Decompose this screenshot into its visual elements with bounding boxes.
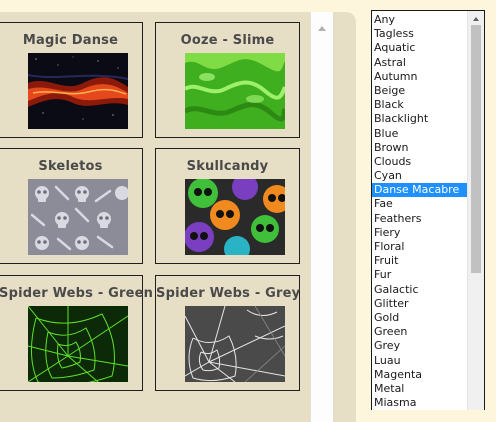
category-options: Any Tagless Aquatic Astral Autumn Beige Black B… bbox=[372, 13, 468, 410]
skullcandy-swatch[interactable] bbox=[185, 179, 285, 255]
category-option[interactable]: Astral bbox=[372, 56, 468, 70]
theme-card-skullcandy[interactable]: Skullcandy bbox=[155, 148, 300, 264]
category-option[interactable]: Galactic bbox=[372, 283, 468, 297]
category-option[interactable]: Blacklight bbox=[372, 112, 468, 126]
category-option[interactable]: Beige bbox=[372, 84, 468, 98]
spider-webs-green-swatch[interactable] bbox=[28, 306, 128, 382]
category-option[interactable]: Any bbox=[372, 13, 468, 27]
spider-webs-grey-swatch[interactable] bbox=[185, 306, 285, 382]
category-option[interactable]: Fiery bbox=[372, 226, 468, 240]
skeletos-swatch[interactable] bbox=[28, 179, 128, 255]
theme-card-title: Skeletos bbox=[38, 159, 103, 174]
theme-card-ooze-slime[interactable]: Ooze - Slime bbox=[155, 22, 300, 138]
ooze-slime-swatch[interactable] bbox=[185, 53, 285, 129]
category-option[interactable]: Metal bbox=[372, 382, 468, 396]
category-option[interactable]: Aquatic bbox=[372, 41, 468, 55]
scroll-up-arrow-icon[interactable] bbox=[473, 17, 479, 21]
category-option[interactable]: Danse Macabre bbox=[372, 183, 468, 198]
gallery-scrollbar[interactable] bbox=[310, 12, 333, 422]
category-option[interactable]: Glitter bbox=[372, 297, 468, 311]
category-option[interactable]: Autumn bbox=[372, 70, 468, 84]
category-option[interactable]: Feathers bbox=[372, 212, 468, 226]
category-option[interactable]: Gold bbox=[372, 311, 468, 325]
category-option[interactable]: Fruit bbox=[372, 254, 468, 268]
category-option[interactable]: Clouds bbox=[372, 155, 468, 169]
theme-card-title: Magic Danse bbox=[22, 33, 119, 48]
theme-card-title: Spider Webs - Grey bbox=[156, 286, 301, 301]
category-option[interactable]: Blue bbox=[372, 127, 468, 141]
scroll-up-arrow-icon[interactable] bbox=[318, 26, 326, 31]
category-option[interactable]: Green bbox=[372, 325, 468, 339]
scrollbar-thumb[interactable] bbox=[471, 25, 481, 273]
category-option[interactable]: Brown bbox=[372, 141, 468, 155]
magic-danse-swatch[interactable] bbox=[28, 53, 128, 129]
theme-card-title: Skullcandy bbox=[186, 159, 269, 174]
category-option[interactable]: Magenta bbox=[372, 368, 468, 382]
theme-card-spider-webs-grey[interactable]: Spider Webs - Grey bbox=[155, 275, 300, 391]
theme-card-skeletos[interactable]: Skeletos bbox=[0, 148, 143, 264]
category-option[interactable]: Black bbox=[372, 98, 468, 112]
category-option[interactable]: Fur bbox=[372, 268, 468, 282]
category-option[interactable]: Tagless bbox=[372, 27, 468, 41]
category-option[interactable]: Miasma bbox=[372, 396, 468, 410]
category-option[interactable]: Cyan bbox=[372, 169, 468, 183]
category-listbox[interactable]: Any Tagless Aquatic Astral Autumn Beige Black B… bbox=[371, 10, 485, 410]
category-list-scrollbar[interactable] bbox=[467, 11, 484, 410]
theme-card-spider-webs-green[interactable]: Spider Webs - Green bbox=[0, 275, 154, 391]
category-option[interactable]: Floral bbox=[372, 240, 468, 254]
theme-gallery: Magic Danse Ooze - Slime Skeletos Skullc… bbox=[0, 12, 356, 422]
theme-card-title: Ooze - Slime bbox=[180, 33, 275, 48]
category-option[interactable]: Fae bbox=[372, 197, 468, 211]
category-option[interactable]: Grey bbox=[372, 339, 468, 353]
theme-card-magic-danse[interactable]: Magic Danse bbox=[0, 22, 143, 138]
category-option[interactable]: Luau bbox=[372, 354, 468, 368]
theme-card-title: Spider Webs - Green bbox=[0, 286, 154, 301]
